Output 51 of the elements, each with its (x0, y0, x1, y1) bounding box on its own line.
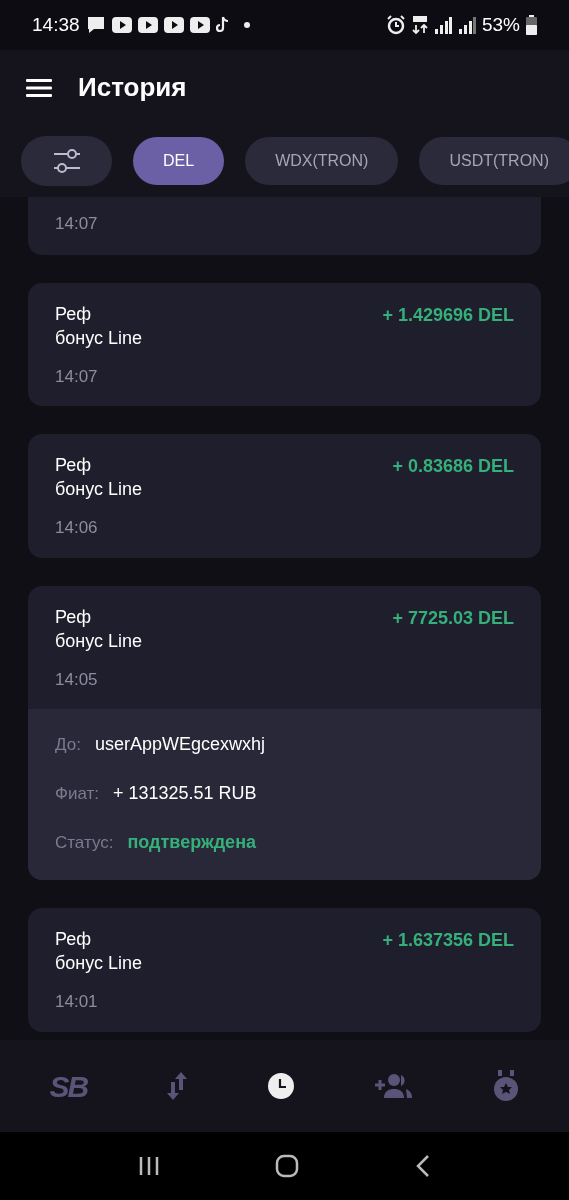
transaction-card[interactable]: Реф бонус Line 14:06 + 0.83686 DEL (28, 434, 541, 558)
medal-icon[interactable] (493, 1070, 520, 1102)
transaction-card[interactable]: 14:07 (28, 197, 541, 255)
detail-label: Фиат: (55, 783, 99, 805)
transaction-time: 14:07 (55, 214, 98, 233)
detail-value: userAppWEgcexwxhj (94, 733, 265, 756)
message-icon (85, 15, 106, 35)
clock-icon[interactable] (267, 1072, 296, 1100)
status-value: подтверждена (127, 831, 257, 854)
music-note-icon (215, 16, 230, 34)
transaction-title: Реф бонус Line (55, 302, 144, 350)
currency-tab[interactable]: USDT(TRON) (419, 137, 569, 185)
currency-tab[interactable]: DEL (133, 137, 225, 185)
recent-apps-icon[interactable] (137, 1155, 160, 1177)
transaction-card[interactable]: Реф бонус Line 14:05 + 7725.03 DEL До: userAppWEgcexwxhj Фиат: + 131325.51 RUB Статус: подтверждена (28, 585, 541, 880)
filter-button[interactable] (21, 136, 112, 186)
currency-tab[interactable]: WDX(TRON) (245, 137, 399, 185)
signal-icon (433, 16, 452, 34)
detail-value: + 131325.51 RUB (113, 782, 257, 805)
transaction-amount: + 0.83686 DEL (392, 455, 514, 478)
add-people-icon[interactable] (374, 1073, 415, 1099)
video-icon (111, 17, 132, 33)
back-icon[interactable] (415, 1154, 432, 1178)
dot-icon (243, 22, 250, 28)
transaction-title: Реф бонус Line (55, 928, 144, 975)
transaction-amount: + 1.429696 DEL (382, 303, 514, 327)
transaction-card[interactable]: Реф бонус Line 14:07 + 1.429696 DEL (28, 282, 541, 406)
transaction-card[interactable]: Реф бонус Line 14:01 + 1.637356 DEL (28, 908, 541, 1032)
video-icon (189, 17, 210, 33)
home-icon[interactable] (275, 1154, 300, 1178)
screen-title: История (78, 71, 187, 104)
battery-icon (526, 15, 537, 35)
video-icon (163, 17, 184, 33)
video-icon (137, 17, 158, 33)
network-icon (411, 15, 428, 35)
transaction-title: Реф бонус Line (55, 605, 144, 653)
sliders-icon (52, 149, 81, 173)
transaction-time: 14:01 (55, 991, 98, 1013)
detail-label: Статус: (55, 832, 114, 854)
detail-label: До: (55, 734, 81, 756)
battery-percent: 53% (481, 12, 520, 37)
menu-icon[interactable] (26, 77, 52, 98)
transaction-time: 14:06 (55, 517, 98, 539)
transaction-amount: + 7725.03 DEL (392, 606, 514, 630)
status-time: 14:38 (32, 12, 80, 37)
transaction-amount: + 1.637356 DEL (382, 929, 514, 952)
alarm-icon (385, 15, 406, 35)
transaction-time: 14:07 (55, 365, 98, 388)
transaction-time: 14:05 (55, 668, 98, 691)
signal-icon (457, 16, 476, 34)
transaction-title: Реф бонус Line (55, 454, 144, 501)
